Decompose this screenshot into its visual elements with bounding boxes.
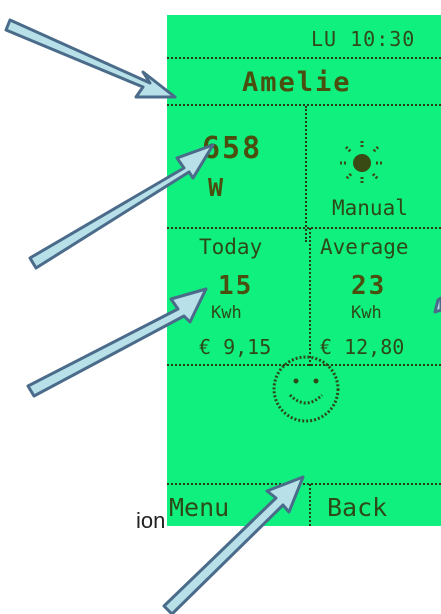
arrow-to-power [28, 143, 215, 270]
callout-arrows [4, 18, 441, 614]
arrow-to-smiley [162, 475, 305, 614]
arrow-to-name [4, 18, 177, 99]
arrow-edge [433, 296, 441, 314]
arrow-to-today [26, 287, 208, 398]
